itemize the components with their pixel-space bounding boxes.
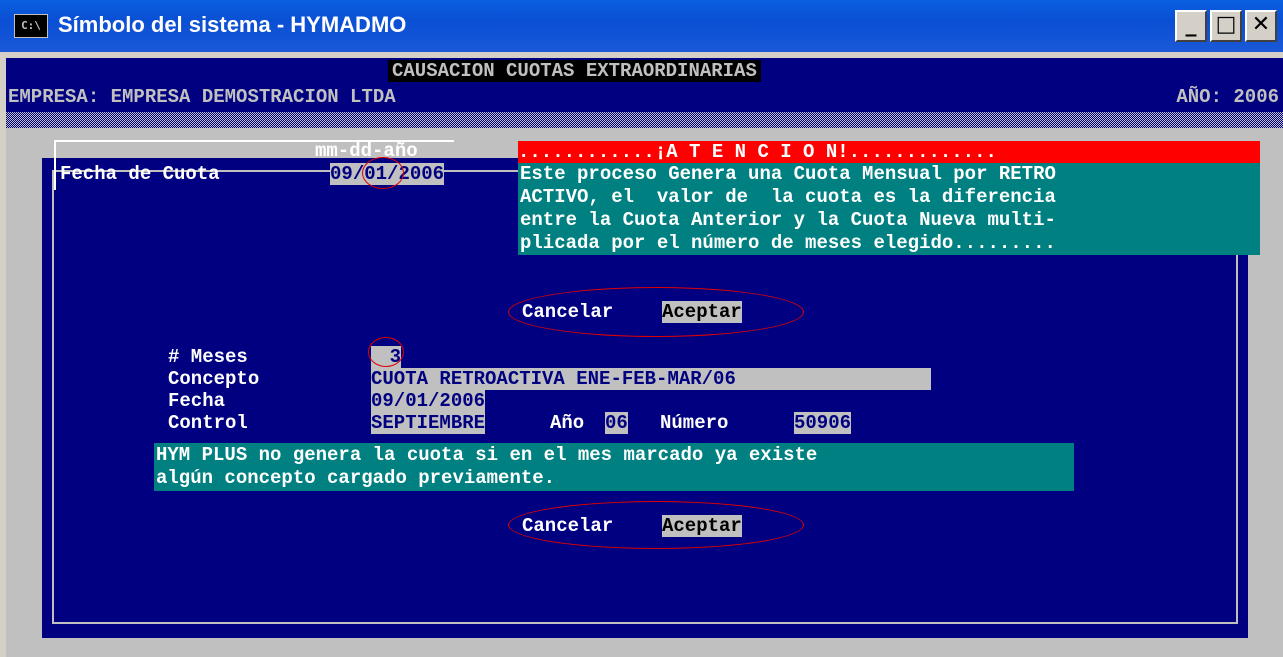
control-ano-label: Año bbox=[550, 412, 585, 434]
warning-line: algún concepto cargado previamente. bbox=[156, 467, 556, 489]
cancel-button-top[interactable]: Cancelar bbox=[522, 301, 613, 323]
warning-line: HYM PLUS no genera la cuota si en el mes… bbox=[156, 444, 818, 466]
control-numero-label: Número bbox=[660, 412, 729, 434]
fecha-sep-1: / bbox=[352, 163, 365, 185]
fecha-sep-2: / bbox=[387, 163, 399, 185]
atencion-heading: ............¡A T E N C I O N!...........… bbox=[518, 141, 1260, 163]
atencion-line: entre la Cuota Anterior y la Cuota Nueva… bbox=[520, 209, 1056, 231]
control-ano-input[interactable]: 06 bbox=[605, 412, 628, 434]
ano-label: AÑO: 2006 bbox=[1176, 86, 1279, 108]
warning-note: HYM PLUS no genera la cuota si en el mes… bbox=[154, 443, 1074, 491]
fecha-input[interactable]: 09/01/2006 bbox=[371, 390, 486, 412]
concepto-input[interactable]: CUOTA RETROACTIVA ENE-FEB-MAR/06 bbox=[371, 368, 931, 390]
control-numero-input[interactable]: 50906 bbox=[794, 412, 852, 434]
control-label: Control bbox=[168, 412, 248, 434]
fecha-cuota-label: Fecha de Cuota bbox=[60, 163, 220, 185]
date-format-hint: mm-dd-año bbox=[315, 140, 418, 162]
atencion-line: Este proceso Genera una Cuota Mensual po… bbox=[520, 163, 1056, 185]
window-controls: _ □ ✕ bbox=[1175, 10, 1277, 42]
fecha-cuota-input[interactable]: 09/01/2006 bbox=[330, 163, 445, 185]
control-mes-input[interactable]: SEPTIEMBRE bbox=[371, 412, 486, 434]
ok-button-top[interactable]: Aceptar bbox=[662, 301, 742, 323]
meses-input[interactable]: 3 bbox=[371, 346, 401, 368]
header-separator bbox=[6, 112, 1283, 128]
minimize-button[interactable]: _ bbox=[1175, 10, 1207, 42]
fecha-label: Fecha bbox=[168, 390, 226, 412]
atencion-line: plicada por el número de meses elegido..… bbox=[520, 232, 1056, 254]
meses-label: # Meses bbox=[168, 346, 248, 368]
concepto-label: Concepto bbox=[168, 368, 260, 390]
window-title: Símbolo del sistema - HYMADMO bbox=[58, 12, 407, 37]
console-icon[interactable]: C:\ bbox=[14, 14, 48, 38]
close-button[interactable]: ✕ bbox=[1245, 10, 1277, 42]
fecha-day[interactable]: 01 bbox=[364, 163, 387, 185]
empresa-label: EMPRESA: EMPRESA DEMOSTRACION LTDA bbox=[8, 86, 396, 108]
screen-title: CAUSACION CUOTAS EXTRAORDINARIAS bbox=[388, 60, 761, 82]
cancel-button-bottom[interactable]: Cancelar bbox=[522, 515, 613, 537]
atencion-line: ACTIVO, el valor de la cuota es la difer… bbox=[520, 186, 1056, 208]
ok-button-bottom[interactable]: Aceptar bbox=[662, 515, 742, 537]
console-area: CAUSACION CUOTAS EXTRAORDINARIAS EMPRESA… bbox=[6, 58, 1283, 657]
fecha-month[interactable]: 09 bbox=[330, 163, 353, 185]
atencion-message: Este proceso Genera una Cuota Mensual po… bbox=[518, 163, 1260, 255]
maximize-button[interactable]: □ bbox=[1210, 10, 1242, 42]
window-titlebar[interactable]: C:\ Símbolo del sistema - HYMADMO _ □ ✕ bbox=[0, 0, 1283, 52]
fecha-year[interactable]: 2006 bbox=[398, 163, 444, 185]
